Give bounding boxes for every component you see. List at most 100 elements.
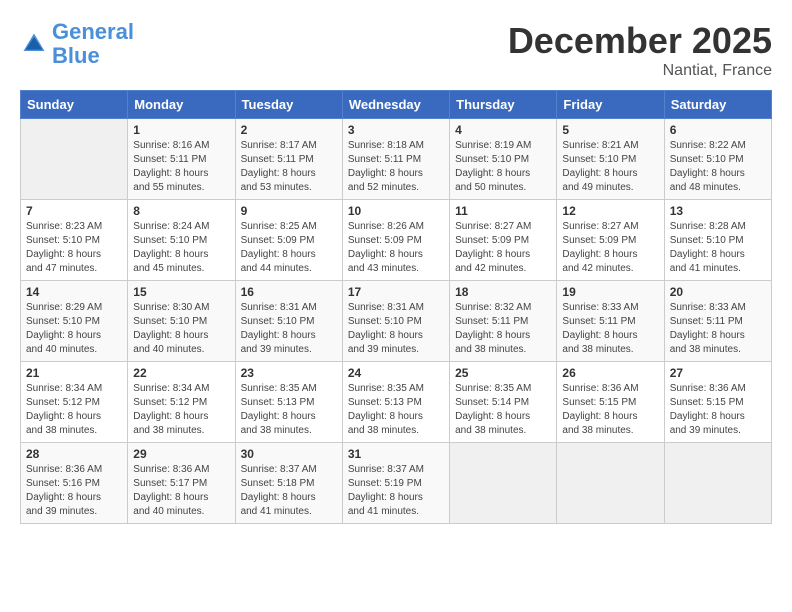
calendar-body: 1 Sunrise: 8:16 AM Sunset: 5:11 PM Daylig…: [21, 119, 772, 524]
day-info: Sunrise: 8:34 AM Sunset: 5:12 PM Dayligh…: [26, 382, 122, 438]
calendar-cell: 20 Sunrise: 8:33 AM Sunset: 5:11 PM Dayli…: [664, 281, 771, 362]
day-number: 31: [348, 447, 444, 461]
header-day-thursday: Thursday: [450, 91, 557, 119]
day-number: 15: [133, 285, 229, 299]
day-info: Sunrise: 8:16 AM Sunset: 5:11 PM Dayligh…: [133, 139, 229, 195]
day-number: 20: [670, 285, 766, 299]
day-info: Sunrise: 8:25 AM Sunset: 5:09 PM Dayligh…: [241, 220, 337, 276]
day-number: 9: [241, 204, 337, 218]
title-block: December 2025 Nantiat, France: [508, 20, 772, 80]
day-info: Sunrise: 8:37 AM Sunset: 5:19 PM Dayligh…: [348, 463, 444, 519]
calendar-cell: [557, 443, 664, 524]
calendar-cell: 30 Sunrise: 8:37 AM Sunset: 5:18 PM Dayli…: [235, 443, 342, 524]
calendar-week-4: 21 Sunrise: 8:34 AM Sunset: 5:12 PM Dayli…: [21, 362, 772, 443]
calendar-cell: 31 Sunrise: 8:37 AM Sunset: 5:19 PM Dayli…: [342, 443, 449, 524]
day-info: Sunrise: 8:19 AM Sunset: 5:10 PM Dayligh…: [455, 139, 551, 195]
calendar-cell: 21 Sunrise: 8:34 AM Sunset: 5:12 PM Dayli…: [21, 362, 128, 443]
calendar-week-1: 1 Sunrise: 8:16 AM Sunset: 5:11 PM Daylig…: [21, 119, 772, 200]
day-number: 4: [455, 123, 551, 137]
calendar-week-2: 7 Sunrise: 8:23 AM Sunset: 5:10 PM Daylig…: [21, 200, 772, 281]
day-info: Sunrise: 8:31 AM Sunset: 5:10 PM Dayligh…: [348, 301, 444, 357]
location-subtitle: Nantiat, France: [508, 62, 772, 80]
day-info: Sunrise: 8:35 AM Sunset: 5:13 PM Dayligh…: [241, 382, 337, 438]
day-info: Sunrise: 8:35 AM Sunset: 5:13 PM Dayligh…: [348, 382, 444, 438]
calendar-cell: 2 Sunrise: 8:17 AM Sunset: 5:11 PM Daylig…: [235, 119, 342, 200]
day-number: 24: [348, 366, 444, 380]
day-info: Sunrise: 8:27 AM Sunset: 5:09 PM Dayligh…: [562, 220, 658, 276]
calendar-cell: 4 Sunrise: 8:19 AM Sunset: 5:10 PM Daylig…: [450, 119, 557, 200]
calendar-cell: 25Sunrise: 8:35 AM Sunset: 5:14 PM Dayli…: [450, 362, 557, 443]
day-info: Sunrise: 8:36 AM Sunset: 5:15 PM Dayligh…: [670, 382, 766, 438]
day-number: 6: [670, 123, 766, 137]
day-number: 18: [455, 285, 551, 299]
logo-line1: General: [52, 19, 134, 44]
calendar-cell: 3 Sunrise: 8:18 AM Sunset: 5:11 PM Daylig…: [342, 119, 449, 200]
day-info: Sunrise: 8:30 AM Sunset: 5:10 PM Dayligh…: [133, 301, 229, 357]
day-number: 1: [133, 123, 229, 137]
day-number: 3: [348, 123, 444, 137]
day-number: 7: [26, 204, 122, 218]
header-day-sunday: Sunday: [21, 91, 128, 119]
calendar-cell: 12 Sunrise: 8:27 AM Sunset: 5:09 PM Dayli…: [557, 200, 664, 281]
calendar-cell: 10Sunrise: 8:26 AM Sunset: 5:09 PM Dayli…: [342, 200, 449, 281]
day-number: 28: [26, 447, 122, 461]
day-number: 21: [26, 366, 122, 380]
day-info: Sunrise: 8:23 AM Sunset: 5:10 PM Dayligh…: [26, 220, 122, 276]
calendar-cell: 18Sunrise: 8:32 AM Sunset: 5:11 PM Dayli…: [450, 281, 557, 362]
header-day-wednesday: Wednesday: [342, 91, 449, 119]
calendar-cell: 27 Sunrise: 8:36 AM Sunset: 5:15 PM Dayli…: [664, 362, 771, 443]
month-title: December 2025: [508, 20, 772, 62]
day-info: Sunrise: 8:18 AM Sunset: 5:11 PM Dayligh…: [348, 139, 444, 195]
day-info: Sunrise: 8:35 AM Sunset: 5:14 PM Dayligh…: [455, 382, 551, 438]
day-number: 12: [562, 204, 658, 218]
day-number: 19: [562, 285, 658, 299]
calendar-cell: 19 Sunrise: 8:33 AM Sunset: 5:11 PM Dayli…: [557, 281, 664, 362]
day-number: 11: [455, 204, 551, 218]
day-info: Sunrise: 8:34 AM Sunset: 5:12 PM Dayligh…: [133, 382, 229, 438]
logo-line2: Blue: [52, 44, 134, 68]
day-info: Sunrise: 8:31 AM Sunset: 5:10 PM Dayligh…: [241, 301, 337, 357]
calendar-header-row: SundayMondayTuesdayWednesdayThursdayFrid…: [21, 91, 772, 119]
day-number: 23: [241, 366, 337, 380]
calendar-cell: 1 Sunrise: 8:16 AM Sunset: 5:11 PM Daylig…: [128, 119, 235, 200]
calendar-cell: 11Sunrise: 8:27 AM Sunset: 5:09 PM Dayli…: [450, 200, 557, 281]
day-number: 27: [670, 366, 766, 380]
day-info: Sunrise: 8:17 AM Sunset: 5:11 PM Dayligh…: [241, 139, 337, 195]
calendar-cell: 28 Sunrise: 8:36 AM Sunset: 5:16 PM Dayli…: [21, 443, 128, 524]
day-info: Sunrise: 8:36 AM Sunset: 5:17 PM Dayligh…: [133, 463, 229, 519]
day-number: 5: [562, 123, 658, 137]
calendar-cell: 13Sunrise: 8:28 AM Sunset: 5:10 PM Dayli…: [664, 200, 771, 281]
logo-text: General Blue: [52, 20, 134, 68]
calendar-cell: 8Sunrise: 8:24 AM Sunset: 5:10 PM Daylig…: [128, 200, 235, 281]
day-number: 2: [241, 123, 337, 137]
day-number: 17: [348, 285, 444, 299]
calendar-cell: [21, 119, 128, 200]
day-number: 30: [241, 447, 337, 461]
day-number: 8: [133, 204, 229, 218]
calendar-cell: 16 Sunrise: 8:31 AM Sunset: 5:10 PM Dayli…: [235, 281, 342, 362]
day-info: Sunrise: 8:21 AM Sunset: 5:10 PM Dayligh…: [562, 139, 658, 195]
calendar-cell: 7 Sunrise: 8:23 AM Sunset: 5:10 PM Daylig…: [21, 200, 128, 281]
calendar-week-3: 14Sunrise: 8:29 AM Sunset: 5:10 PM Dayli…: [21, 281, 772, 362]
day-number: 22: [133, 366, 229, 380]
header-day-saturday: Saturday: [664, 91, 771, 119]
day-info: Sunrise: 8:28 AM Sunset: 5:10 PM Dayligh…: [670, 220, 766, 276]
logo-icon: [20, 30, 48, 58]
day-info: Sunrise: 8:33 AM Sunset: 5:11 PM Dayligh…: [562, 301, 658, 357]
calendar-cell: 23 Sunrise: 8:35 AM Sunset: 5:13 PM Dayli…: [235, 362, 342, 443]
day-number: 16: [241, 285, 337, 299]
calendar-cell: [664, 443, 771, 524]
day-info: Sunrise: 8:36 AM Sunset: 5:15 PM Dayligh…: [562, 382, 658, 438]
header-day-tuesday: Tuesday: [235, 91, 342, 119]
calendar-cell: 26Sunrise: 8:36 AM Sunset: 5:15 PM Dayli…: [557, 362, 664, 443]
page-header: General Blue December 2025 Nantiat, Fran…: [20, 20, 772, 80]
day-info: Sunrise: 8:26 AM Sunset: 5:09 PM Dayligh…: [348, 220, 444, 276]
logo: General Blue: [20, 20, 134, 68]
calendar-cell: 22 Sunrise: 8:34 AM Sunset: 5:12 PM Dayli…: [128, 362, 235, 443]
day-info: Sunrise: 8:36 AM Sunset: 5:16 PM Dayligh…: [26, 463, 122, 519]
day-info: Sunrise: 8:33 AM Sunset: 5:11 PM Dayligh…: [670, 301, 766, 357]
header-day-friday: Friday: [557, 91, 664, 119]
day-info: Sunrise: 8:37 AM Sunset: 5:18 PM Dayligh…: [241, 463, 337, 519]
header-day-monday: Monday: [128, 91, 235, 119]
day-info: Sunrise: 8:22 AM Sunset: 5:10 PM Dayligh…: [670, 139, 766, 195]
